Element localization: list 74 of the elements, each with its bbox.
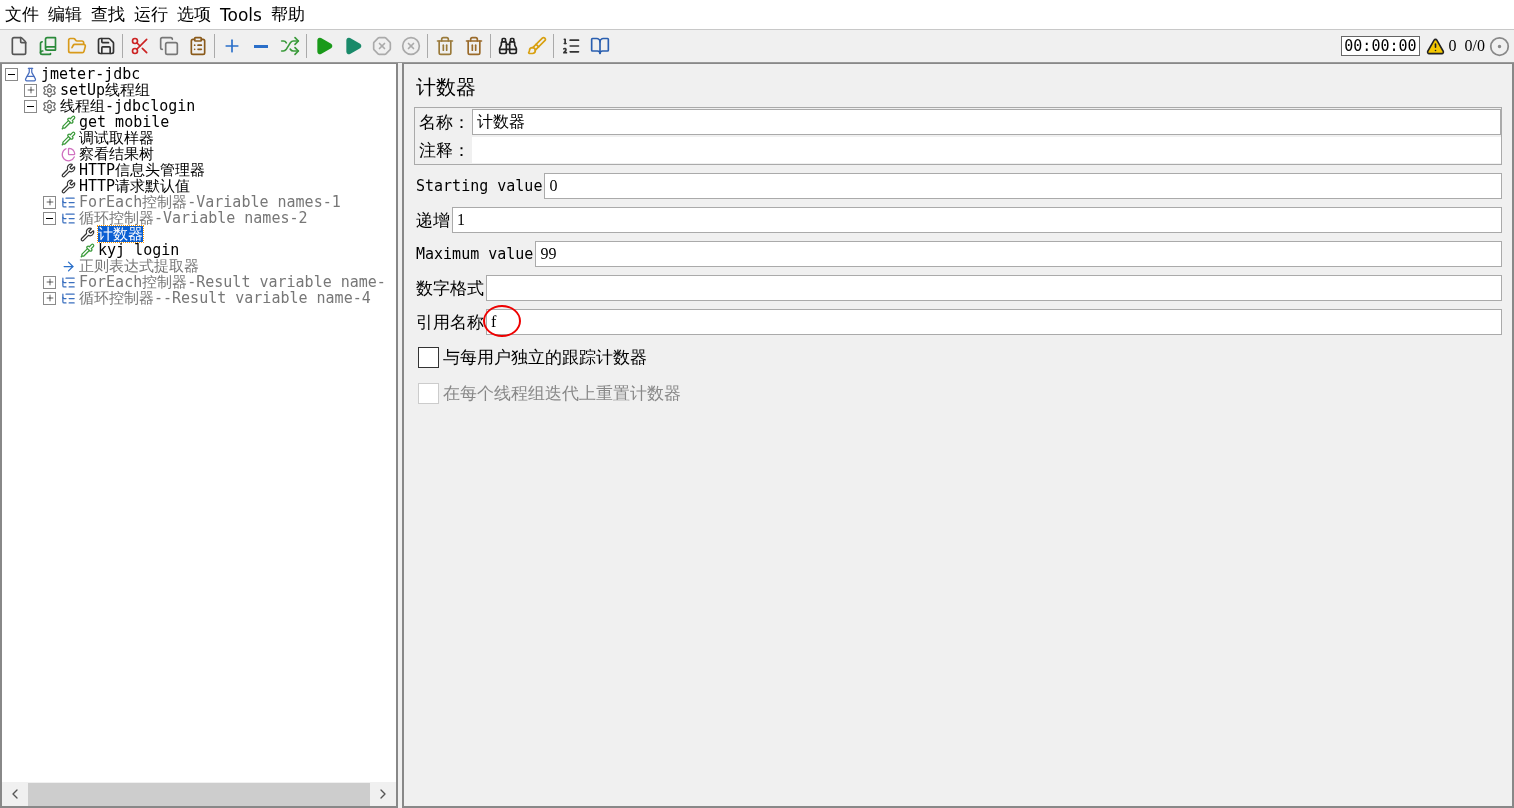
- field-label: 引用名称: [415, 310, 485, 334]
- binoculars-icon: [497, 36, 518, 56]
- minus-icon: [27, 105, 34, 107]
- collapse-toggle[interactable]: [24, 99, 37, 113]
- plus-icon: [44, 197, 55, 207]
- arrow-icon: [61, 258, 76, 274]
- tree-item[interactable]: jmeter-jdbc: [41, 66, 141, 82]
- menu-item[interactable]: 文件: [5, 3, 39, 26]
- checkbox-label: 在每个线程组迭代上重置计数器: [443, 381, 681, 405]
- menu-item[interactable]: 编辑: [48, 3, 82, 26]
- save-icon: [95, 36, 116, 56]
- copy-icon: [158, 36, 179, 56]
- field-label: Starting value: [415, 177, 544, 195]
- checkbox[interactable]: [418, 346, 439, 368]
- input-field[interactable]: 99: [535, 241, 1502, 267]
- expand-toggle[interactable]: [24, 83, 37, 97]
- tree-item[interactable]: setUp线程组: [60, 82, 151, 98]
- status-icon: [1489, 35, 1510, 57]
- wrench-icon: [61, 178, 76, 194]
- tree-item[interactable]: 察看结果树: [79, 146, 154, 162]
- minus-icon: [8, 73, 15, 75]
- field-label: 注释：: [418, 138, 471, 162]
- field-label: 名称：: [418, 110, 471, 134]
- help-book-icon: [589, 36, 610, 56]
- input-field[interactable]: [486, 275, 1502, 301]
- field-label: Maximum value: [415, 245, 535, 263]
- elapsed-time: 00:00:00: [1341, 36, 1420, 56]
- thread-count: 0/0: [1464, 37, 1485, 55]
- flask-icon: [23, 66, 38, 82]
- wrench-icon: [80, 226, 95, 242]
- list-icon: [560, 36, 581, 56]
- shuffle-icon: [279, 36, 300, 56]
- panel-title: 计数器: [416, 74, 477, 101]
- menu-item[interactable]: Tools: [220, 4, 262, 25]
- menu-item[interactable]: 查找: [91, 3, 125, 26]
- scissors-icon: [129, 36, 150, 56]
- field-label: 数字格式: [415, 276, 485, 300]
- plus-icon: [25, 85, 36, 95]
- pipette-icon: [61, 114, 76, 130]
- input-field[interactable]: 计数器: [472, 109, 1501, 135]
- tree-item[interactable]: HTTP请求默认值: [79, 178, 191, 194]
- plus-icon: [44, 293, 55, 303]
- folder-icon: [66, 36, 87, 56]
- chart-icon: [61, 146, 76, 162]
- input-field[interactable]: f: [486, 309, 1502, 335]
- tree-item[interactable]: get mobile: [79, 114, 170, 130]
- stop-icon: [371, 36, 392, 56]
- tree-item[interactable]: 调试取样器: [79, 130, 154, 146]
- tree-item[interactable]: HTTP信息头管理器: [79, 162, 206, 178]
- x-circle-icon: [400, 36, 421, 56]
- minus-icon: [253, 44, 268, 48]
- warning-count: 0: [1448, 37, 1457, 55]
- gear-icon: [42, 82, 57, 98]
- menu-item[interactable]: 运行: [134, 3, 168, 26]
- warning-icon: [1425, 36, 1445, 56]
- horizontal-scrollbar[interactable]: [2, 782, 396, 806]
- input-field[interactable]: 0: [544, 173, 1502, 199]
- checkbox-label: 与每用户独立的跟踪计数器: [443, 345, 647, 369]
- wrench-icon: [61, 162, 76, 178]
- gear-icon: [42, 98, 57, 114]
- trash-icon: [434, 36, 455, 56]
- tree-item[interactable]: 线程组-jdbclogin: [60, 98, 196, 114]
- collapse-toggle[interactable]: [5, 67, 18, 81]
- books-icon: [37, 36, 58, 56]
- plus-icon: [44, 277, 55, 287]
- input-field[interactable]: 1: [452, 207, 1502, 233]
- input-field[interactable]: [472, 137, 1501, 163]
- menu-item[interactable]: 选项: [177, 3, 211, 26]
- field-label: 递增: [415, 208, 451, 232]
- pipette-icon: [80, 242, 95, 258]
- minus-icon: [46, 217, 53, 219]
- menu-item[interactable]: 帮助: [270, 3, 305, 26]
- pipette-icon: [61, 130, 76, 146]
- trash-icon: [463, 36, 484, 56]
